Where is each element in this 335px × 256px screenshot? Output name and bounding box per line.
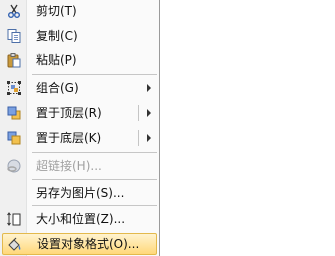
size-position-icon [6,211,22,227]
split-divider [138,105,139,121]
menu-item-label: 复制(C) [36,29,78,43]
context-menu: 剪切(T) 复制(C) 粘贴(P) 组合(G) 置于顶层(R) 置于底层(K) … [0,0,160,256]
bring-to-front-icon [6,105,22,121]
group-icon [6,80,22,96]
menu-separator [32,179,157,180]
menu-item-label: 另存为图片(S)... [36,186,125,200]
menu-item-save-as-picture[interactable]: 另存为图片(S)... [0,182,159,204]
menu-item-copy[interactable]: 复制(C) [0,25,159,47]
paste-icon [6,52,22,68]
menu-item-paste[interactable]: 粘贴(P) [0,49,159,71]
submenu-arrow-icon [147,84,151,92]
submenu-arrow-icon[interactable] [147,134,151,142]
menu-separator [32,74,157,75]
hyperlink-icon [6,158,22,174]
menu-item-label: 置于顶层(R) [36,106,102,120]
copy-icon [6,28,22,44]
menu-item-label: 粘贴(P) [36,53,77,67]
menu-item-format-object[interactable]: 设置对象格式(O)... [2,233,157,255]
menu-item-hyperlink: 超链接(H)... [0,155,159,177]
send-to-back-icon [6,130,22,146]
menu-item-label: 剪切(T) [36,4,77,18]
menu-item-size-and-position[interactable]: 大小和位置(Z)... [0,208,159,230]
menu-item-send-to-back[interactable]: 置于底层(K) [0,127,159,149]
menu-item-group[interactable]: 组合(G) [0,77,159,99]
menu-item-label: 设置对象格式(O)... [37,237,140,251]
menu-item-cut[interactable]: 剪切(T) [0,0,159,22]
menu-separator [32,152,157,153]
menu-item-label: 大小和位置(Z)... [36,212,126,226]
submenu-arrow-icon[interactable] [147,109,151,117]
cut-icon [6,3,22,19]
menu-item-label: 超链接(H)... [36,159,102,173]
menu-separator [32,205,157,206]
split-divider [138,130,139,146]
menu-item-label: 置于底层(K) [36,131,102,145]
menu-item-bring-to-front[interactable]: 置于顶层(R) [0,102,159,124]
format-object-icon [7,236,23,252]
menu-item-label: 组合(G) [36,81,79,95]
